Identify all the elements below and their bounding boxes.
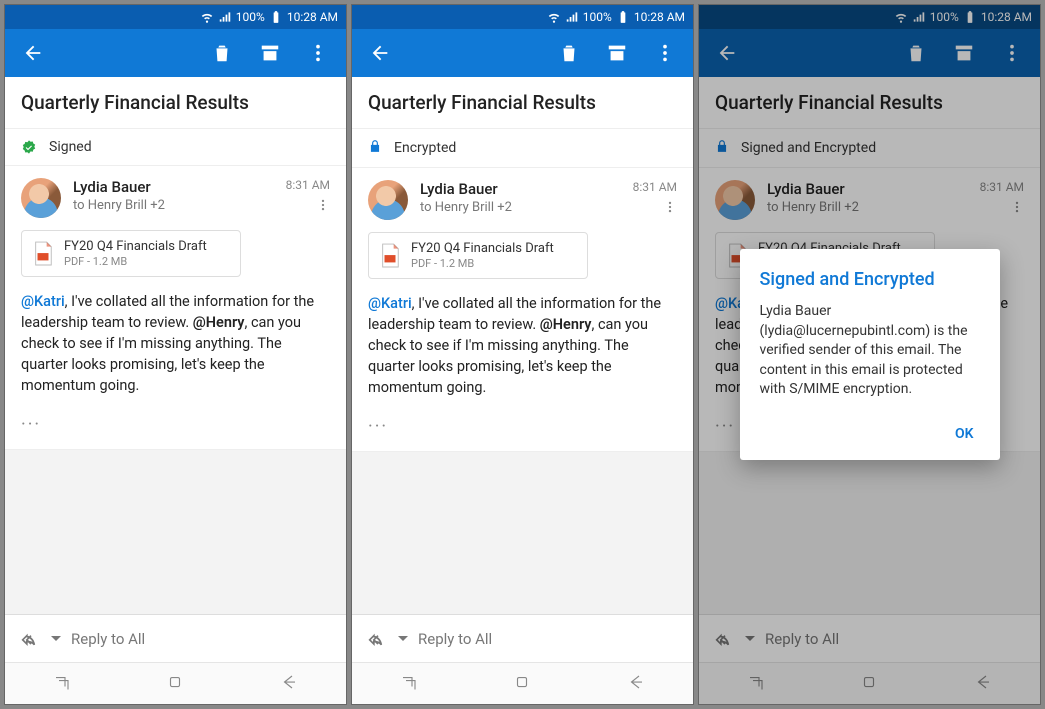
message-overflow-button[interactable] [633,200,677,214]
overflow-button[interactable] [298,33,338,73]
sender-row: Lydia Bauer to Henry Brill +2 8:31 AM [352,168,693,228]
mention-henry[interactable]: @Henry [193,314,245,331]
security-label: Encrypted [394,140,456,156]
reply-label: Reply to All [418,630,492,648]
dialog-title: Signed and Encrypted [760,269,980,290]
android-navbar [352,662,693,704]
clock-text: 10:28 AM [634,10,685,24]
back-nav-button[interactable] [280,673,298,695]
app-bar [5,29,346,77]
archive-button[interactable] [597,33,637,73]
battery-icon [616,10,630,24]
delete-button[interactable] [549,33,589,73]
overflow-button[interactable] [645,33,685,73]
security-row[interactable]: Signed [5,129,346,166]
lock-icon [368,139,382,157]
phone-screen-signed: 100% 10:28 AM Quarterly Financial Result… [4,4,347,705]
reply-bar[interactable]: Reply to All [5,614,346,662]
pdf-icon [379,243,401,269]
archive-button[interactable] [250,33,290,73]
battery-icon [269,10,283,24]
show-more-button[interactable]: ··· [5,408,346,450]
sender-recipients[interactable]: to Henry Brill +2 [73,198,274,213]
security-label: Signed [49,139,92,155]
mention-henry[interactable]: @Henry [540,316,592,333]
status-bar: 100% 10:28 AM [5,5,346,29]
sender-time: 8:31 AM [633,180,677,194]
security-row[interactable]: Encrypted [352,129,693,168]
clock-text: 10:28 AM [287,10,338,24]
empty-area [5,450,346,614]
battery-text: 100% [236,10,265,24]
avatar[interactable] [21,178,61,218]
pdf-icon [32,241,54,267]
attachment-name: FY20 Q4 Financials Draft [64,239,207,254]
app-bar [352,29,693,77]
dialog-scrim[interactable]: Signed and Encrypted Lydia Bauer (lydia@… [699,5,1040,704]
reply-label: Reply to All [71,630,145,648]
sender-name: Lydia Bauer [420,180,621,198]
back-nav-button[interactable] [627,673,645,695]
back-button[interactable] [360,33,400,73]
empty-area [352,452,693,614]
home-button[interactable] [513,673,531,695]
mention-katri[interactable]: @Katri [21,293,65,310]
back-button[interactable] [13,33,53,73]
mention-katri[interactable]: @Katri [368,295,412,312]
android-navbar [5,662,346,704]
sender-row: Lydia Bauer to Henry Brill +2 8:31 AM [5,166,346,226]
recents-button[interactable] [400,673,418,695]
phone-screen-dialog: 100% 10:28 AM Quarterly Financial Result… [698,4,1041,705]
sender-time: 8:31 AM [286,178,330,192]
dialog-ok-button[interactable]: OK [949,418,980,450]
wifi-icon [547,10,561,24]
phone-screen-encrypted: 100% 10:28 AM Quarterly Financial Result… [351,4,694,705]
avatar[interactable] [368,180,408,220]
wifi-icon [200,10,214,24]
email-body: @Katri, I've collated all the informatio… [352,289,693,410]
email-subject: Quarterly Financial Results [352,77,693,129]
attachment-meta: PDF - 1.2 MB [64,255,207,268]
delete-button[interactable] [202,33,242,73]
verified-icon [21,139,37,155]
reply-bar[interactable]: Reply to All [352,614,693,662]
attachment-name: FY20 Q4 Financials Draft [411,241,554,256]
sender-name: Lydia Bauer [73,178,274,196]
attachment-chip[interactable]: FY20 Q4 Financials Draft PDF - 1.2 MB [368,232,588,279]
attachment-meta: PDF - 1.2 MB [411,257,554,270]
email-body: @Katri, I've collated all the informatio… [5,287,346,408]
smime-dialog: Signed and Encrypted Lydia Bauer (lydia@… [740,249,1000,460]
home-button[interactable] [166,673,184,695]
recents-button[interactable] [53,673,71,695]
show-more-button[interactable]: ··· [352,410,693,452]
reply-all-icon [368,629,388,649]
email-subject: Quarterly Financial Results [5,77,346,129]
status-bar: 100% 10:28 AM [352,5,693,29]
reply-caret-icon [51,630,61,648]
message-overflow-button[interactable] [286,198,330,212]
reply-caret-icon [398,630,408,648]
reply-all-icon [21,629,41,649]
sender-recipients[interactable]: to Henry Brill +2 [420,200,621,215]
dialog-body: Lydia Bauer (lydia@lucernepubintl.com) i… [760,302,980,400]
signal-icon [218,10,232,24]
attachment-chip[interactable]: FY20 Q4 Financials Draft PDF - 1.2 MB [21,230,241,277]
battery-text: 100% [583,10,612,24]
signal-icon [565,10,579,24]
